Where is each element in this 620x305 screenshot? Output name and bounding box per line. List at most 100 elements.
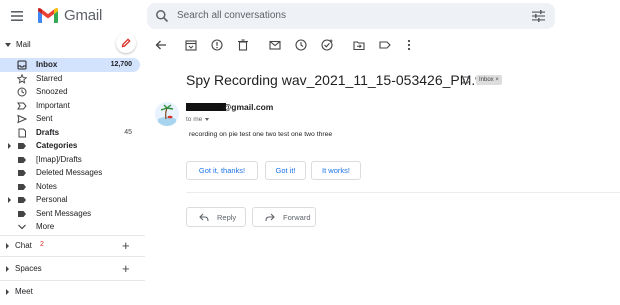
sidebar-item-notes[interactable]: Notes [0, 180, 140, 194]
sidebar-divider [0, 235, 145, 236]
meet-section[interactable]: Meet [0, 284, 145, 300]
reply-button[interactable]: Reply [186, 207, 246, 227]
sidebar-item-label: Important [36, 100, 70, 110]
sidebar-item-inbox[interactable]: Inbox 12,700 [0, 58, 140, 72]
sidebar-item-label: Notes [36, 181, 57, 191]
meet-label: Meet [15, 287, 33, 296]
smart-reply-button[interactable]: Got it, thanks! [186, 161, 258, 180]
sidebar-item-snoozed[interactable]: Snoozed [0, 85, 140, 99]
sidebar: Mail Inbox 12,700 Starred Snoozed Import… [0, 32, 145, 305]
top-bar: Gmail Search all conversations [0, 0, 620, 32]
caret-right-icon[interactable] [6, 266, 9, 272]
sidebar-item-label: Starred [36, 73, 63, 83]
mark-unread-icon[interactable] [268, 38, 282, 52]
main-menu-button[interactable] [8, 7, 26, 25]
label-icon [18, 170, 26, 176]
chat-section[interactable]: Chat 2 + [0, 238, 145, 254]
sidebar-item-label: Categories [36, 141, 78, 151]
smart-reply-button[interactable]: Got it! [265, 161, 306, 180]
sidebar-item-categories[interactable]: Categories [0, 139, 140, 153]
chat-label: Chat [15, 241, 32, 250]
label-icon [18, 183, 26, 190]
clock-icon [17, 87, 27, 97]
label-icon [18, 156, 26, 163]
caret-down-icon [5, 42, 11, 47]
mail-section-header[interactable]: Mail [5, 40, 31, 49]
pencil-icon [121, 38, 131, 48]
content-divider [186, 192, 620, 193]
important-marker-icon[interactable] [462, 76, 471, 84]
sidebar-item-label: Snoozed [36, 87, 68, 97]
sidebar-item-label: Personal [36, 195, 68, 205]
compose-button[interactable] [116, 33, 136, 53]
move-to-icon[interactable] [352, 38, 366, 52]
mail-label: Mail [16, 40, 31, 49]
forward-icon [265, 213, 275, 221]
chevron-down-icon [18, 224, 26, 230]
star-icon [17, 73, 27, 84]
spaces-section[interactable]: Spaces + [0, 261, 145, 277]
sidebar-item-sent-messages[interactable]: Sent Messages [0, 207, 140, 221]
sidebar-item-sent[interactable]: Sent [0, 112, 140, 126]
sidebar-item-deleted-messages[interactable]: Deleted Messages [0, 166, 140, 180]
forward-button[interactable]: Forward [252, 207, 316, 227]
add-task-icon[interactable] [320, 38, 334, 52]
sidebar-item-personal[interactable]: Personal [0, 193, 140, 207]
sender-avatar [155, 102, 179, 126]
sidebar-item-label: Inbox [36, 60, 58, 70]
forward-label: Forward [283, 212, 311, 222]
draft-icon [18, 128, 26, 137]
sender-address: @gmail.com [223, 102, 274, 112]
add-chat-icon[interactable]: + [122, 239, 130, 252]
sidebar-item-drafts[interactable]: Drafts 45 [0, 126, 140, 140]
inbox-label-chip[interactable]: Inbox × [476, 75, 502, 85]
archive-icon[interactable] [184, 38, 198, 52]
important-icon [17, 102, 27, 109]
add-space-icon[interactable]: + [122, 262, 130, 275]
inbox-icon [17, 60, 27, 70]
back-arrow-icon[interactable] [154, 38, 168, 52]
search-options-icon[interactable] [532, 10, 545, 22]
sidebar-item-label: Sent [36, 114, 53, 124]
label-icon [18, 197, 26, 203]
sidebar-item-label: Deleted Messages [36, 168, 103, 178]
reply-label: Reply [217, 212, 237, 222]
sidebar-item-important[interactable]: Important [0, 99, 140, 113]
chat-badge: 2 [40, 241, 44, 248]
gmail-m-icon [38, 7, 58, 23]
sidebar-item-more[interactable]: More [0, 220, 140, 234]
delete-icon[interactable] [236, 38, 250, 52]
label-icon [18, 143, 26, 149]
search-input[interactable]: Search all conversations [177, 10, 286, 21]
unread-count: 12,700 [110, 61, 132, 69]
sender-name-redacted [186, 103, 226, 111]
email-subject: Spy Recording wav_2021_11_15-053426_PM.w… [186, 72, 501, 88]
caret-right-icon[interactable] [6, 289, 9, 295]
nav-list: Inbox 12,700 Starred Snoozed Important S… [0, 58, 140, 234]
app-name: Gmail [64, 7, 103, 24]
search-bar[interactable]: Search all conversations [147, 3, 555, 29]
reply-icon [199, 213, 209, 221]
sidebar-divider [0, 256, 145, 257]
more-vert-icon[interactable] [402, 38, 416, 52]
smart-reply-button[interactable]: It works! [311, 161, 361, 180]
sidebar-item-label: Drafts [36, 127, 60, 137]
recipient-label: to me [186, 116, 203, 123]
details-dropdown-icon[interactable] [205, 118, 210, 121]
sidebar-item-starred[interactable]: Starred [0, 72, 140, 86]
snooze-icon[interactable] [294, 38, 308, 52]
labels-icon[interactable] [378, 38, 392, 52]
caret-right-icon[interactable] [6, 243, 9, 249]
draft-count: 45 [124, 128, 132, 136]
caret-right-icon[interactable] [8, 197, 11, 203]
recipient-line[interactable]: to me [186, 116, 210, 123]
report-spam-icon[interactable] [210, 38, 224, 52]
sidebar-item-label: Sent Messages [36, 208, 92, 218]
search-icon[interactable] [155, 9, 169, 23]
send-icon [17, 114, 27, 124]
label-icon [18, 210, 26, 217]
caret-right-icon[interactable] [8, 143, 11, 149]
avatar-image [155, 102, 179, 126]
sidebar-item-imap-drafts[interactable]: [Imap]/Drafts [0, 153, 140, 167]
gmail-logo[interactable] [37, 7, 59, 24]
